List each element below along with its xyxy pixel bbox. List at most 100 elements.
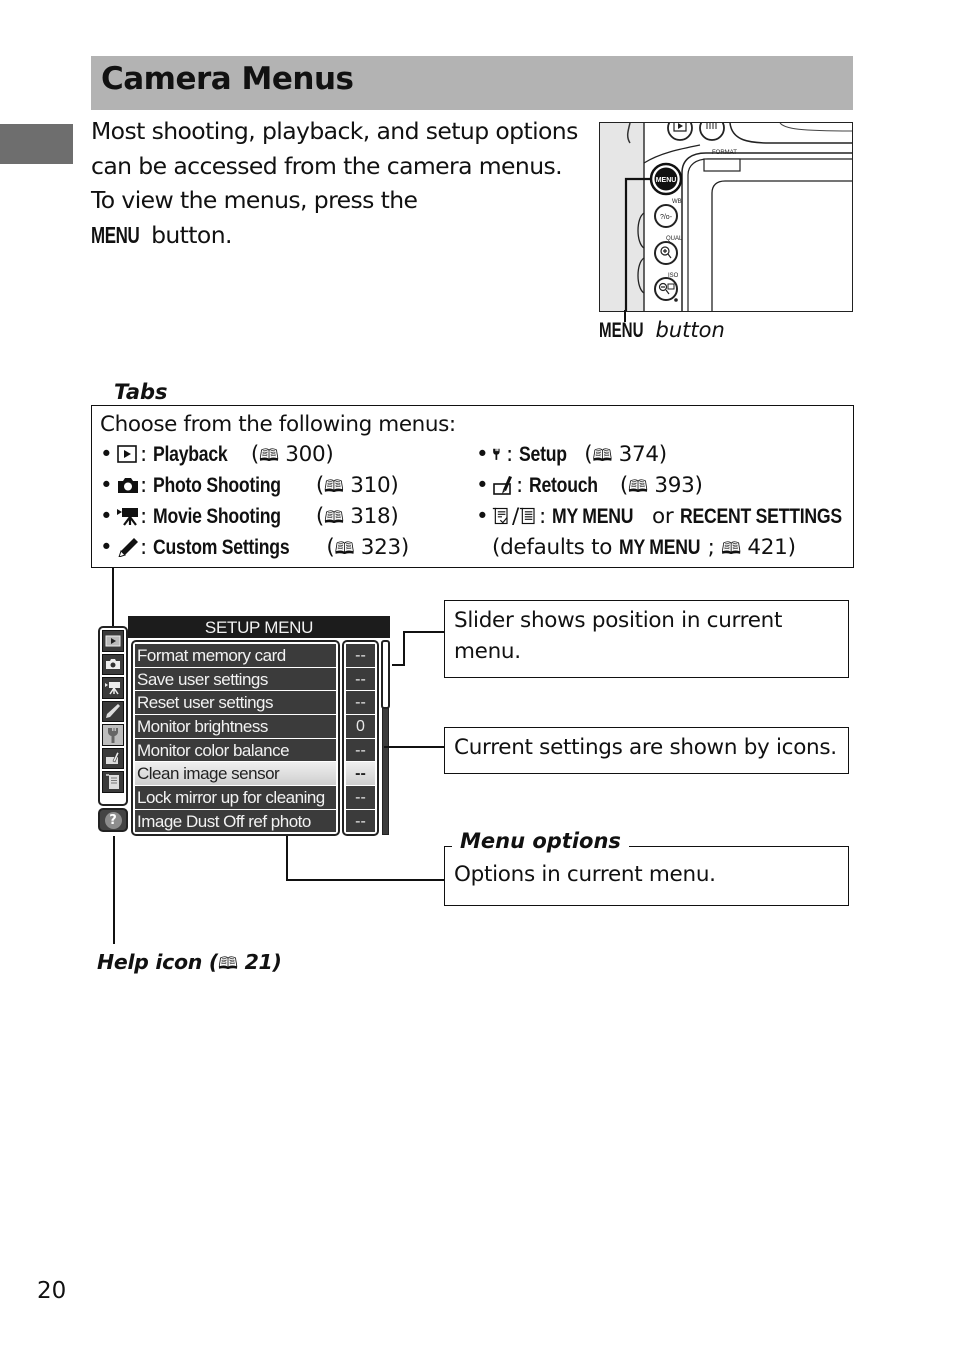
- wrench-icon: [108, 727, 118, 743]
- menu-options-heading: Menu options: [452, 829, 629, 853]
- bullet: •: [100, 535, 113, 560]
- book-icon: 🕮: [334, 539, 355, 559]
- setting-value: --: [346, 738, 375, 762]
- help-icon-button[interactable]: ?: [98, 808, 128, 832]
- tabs-intro: Choose from the following menus:: [100, 412, 456, 437]
- menu-option[interactable]: Save user settings: [135, 667, 336, 691]
- my-menu-name: MY MENU: [552, 504, 634, 528]
- page-ref: 421: [747, 535, 788, 560]
- playback-icon: [105, 635, 121, 647]
- menu-option[interactable]: Monitor brightness: [135, 715, 336, 738]
- slider-callout: Slider shows position in current menu.: [444, 600, 849, 678]
- or-text: or: [645, 504, 680, 529]
- page-ref: 393: [654, 473, 695, 498]
- bullet: •: [100, 504, 113, 529]
- menu-scrollbar-thumb[interactable]: [381, 640, 390, 709]
- camera-back-drawing: FORMAT MENU WB ?/o- QUAL ISO: [600, 123, 852, 311]
- page-ref: 300: [285, 442, 326, 467]
- book-icon: 🕮: [258, 446, 279, 466]
- playback-icon: [117, 445, 137, 463]
- bullet: •: [476, 442, 489, 467]
- page-ref: 323: [360, 535, 401, 560]
- page-ref: 374: [618, 442, 659, 467]
- menu-option[interactable]: Image Dust Off ref photo: [135, 809, 336, 833]
- book-icon: 🕮: [628, 477, 648, 497]
- semicolon: ;: [707, 535, 722, 560]
- options-leader-line-h: [286, 879, 445, 881]
- tab-name: Retouch: [529, 473, 599, 497]
- settings-callout: Current settings are shown by icons.: [444, 727, 849, 774]
- menu-tab-custom-settings[interactable]: [102, 700, 124, 722]
- menu-caption-glyph: MENU: [599, 319, 644, 342]
- wb-label: WB: [672, 199, 682, 205]
- qual-label: QUAL: [666, 236, 683, 242]
- menu-option[interactable]: Reset user settings: [135, 691, 336, 714]
- recent-settings-name: RECENT SETTINGS: [679, 504, 842, 528]
- tab-name: Movie Shooting: [153, 504, 282, 528]
- tab-entry-setup: •: Setup (🕮 374): [476, 442, 667, 467]
- tabs-info-box: Choose from the following menus: •: Play…: [91, 405, 854, 568]
- help-label-text: Help icon (: [97, 950, 218, 974]
- my-menu-icon: [492, 507, 508, 525]
- menu-button-glyph: MENU: [91, 221, 140, 248]
- page-ref: 318: [350, 504, 391, 529]
- setting-value: 0: [346, 715, 375, 738]
- help-icon-label: Help icon (🕮 21): [97, 950, 282, 980]
- bullet: •: [476, 504, 489, 529]
- recent-settings-icon: [519, 507, 535, 525]
- camera-back-illustration: FORMAT MENU WB ?/o- QUAL ISO: [599, 122, 853, 312]
- retouch-icon: [493, 476, 512, 495]
- menu-options-list: Format memory card Save user settings Re…: [131, 640, 340, 836]
- slider-leader-line-h: [403, 631, 445, 633]
- menu-tab-playback[interactable]: [102, 630, 124, 652]
- intro-text: Most shooting, playback, and setup optio…: [91, 117, 578, 214]
- camera-icon: [106, 659, 120, 670]
- page-number: 20: [37, 1278, 67, 1304]
- bullet: •: [476, 473, 489, 498]
- setting-value-selected: --: [346, 762, 375, 786]
- setting-value: --: [346, 691, 375, 714]
- defaults-prefix: (defaults to: [492, 535, 619, 560]
- bullet: •: [100, 442, 113, 467]
- help-leader-line: [113, 836, 115, 944]
- menu-tab-movie-shooting[interactable]: [102, 677, 124, 699]
- book-icon: 🕮: [721, 539, 741, 559]
- movie-camera-icon: [117, 508, 138, 526]
- menu-option-selected[interactable]: Clean image sensor: [135, 762, 336, 786]
- intro-text-end: button.: [144, 220, 232, 249]
- tab-entry-retouch: •: Retouch (🕮 393): [476, 473, 703, 498]
- settings-leader-line: [384, 746, 445, 748]
- menu-tab-column: [98, 626, 128, 806]
- intro-paragraph: Most shooting, playback, and setup optio…: [91, 114, 591, 252]
- setup-menu-screen: SETUP MENU ? Format memory card Save use…: [98, 616, 390, 836]
- chapter-tab-marker: [0, 124, 73, 164]
- tab-name: Playback: [153, 442, 228, 466]
- tab-entry-my-menu: • /: MY MENU or RECENT SETTINGS: [476, 504, 842, 529]
- tab-name: Custom Settings: [153, 535, 290, 559]
- tab-entry-my-menu-default: (defaults to MY MENU; 🕮 421): [492, 535, 796, 565]
- svg-text:?/o-: ?/o-: [660, 214, 673, 221]
- options-leader-line-v: [286, 836, 288, 881]
- slider-leader-line-v: [403, 631, 405, 666]
- menu-option[interactable]: Lock mirror up for cleaning: [135, 786, 336, 809]
- tab-name: Photo Shooting: [153, 473, 282, 497]
- menu-tab-my-menu[interactable]: [102, 771, 124, 793]
- camera-icon: [118, 478, 138, 493]
- book-icon: 🕮: [323, 477, 344, 497]
- help-icon: ?: [104, 811, 122, 829]
- my-menu-icon: [106, 774, 119, 789]
- pencil-icon: [106, 704, 120, 719]
- menu-tab-retouch[interactable]: [102, 747, 124, 769]
- title-bar: Camera Menus: [91, 56, 853, 110]
- tab-name: Setup: [519, 442, 568, 466]
- menu-tab-photo-shooting[interactable]: [102, 653, 124, 675]
- settings-callout-text: Current settings are shown by icons.: [454, 735, 837, 760]
- menu-tab-setup[interactable]: [102, 724, 124, 746]
- menu-option[interactable]: Monitor color balance: [135, 738, 336, 762]
- tabs-heading: Tabs: [104, 380, 178, 404]
- page-ref: 310: [350, 473, 391, 498]
- wrench-icon: [493, 448, 500, 460]
- menu-option[interactable]: Format memory card: [135, 644, 336, 667]
- defaults-name: MY MENU: [618, 535, 700, 559]
- movie-camera-icon: [105, 681, 120, 695]
